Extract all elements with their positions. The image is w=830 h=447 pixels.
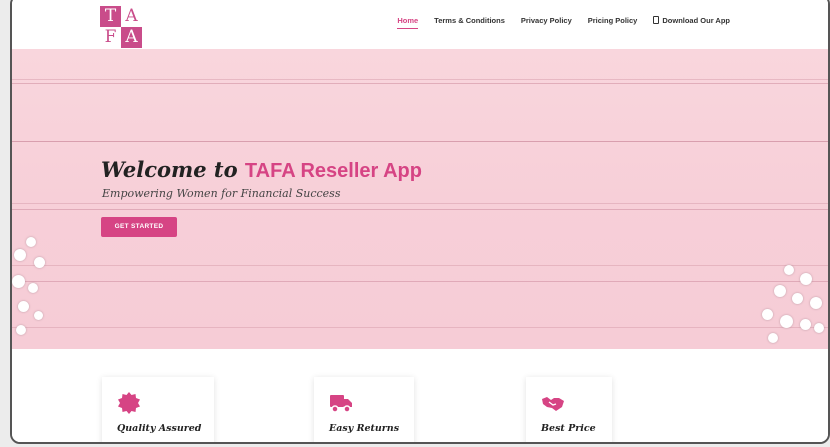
wood-plank-line xyxy=(12,209,828,210)
logo-letter-t: T xyxy=(100,6,121,27)
features-section: Quality Assured Easy Returns Best Price xyxy=(12,349,828,442)
handshake-icon xyxy=(542,397,564,411)
logo-letter-f: F xyxy=(100,27,121,48)
hero-tagline: Empowering Women for Financial Success xyxy=(102,187,341,200)
logo-letter-a: A xyxy=(121,6,142,27)
logo-letter-a2: A xyxy=(121,27,142,48)
site-header: T A F A Home Terms & Conditions Privacy … xyxy=(12,0,828,49)
nav-download-label: Download Our App xyxy=(662,16,730,25)
nav-download-app[interactable]: Download Our App xyxy=(653,16,730,29)
hero-banner: Welcome to TAFA Reseller App Empowering … xyxy=(12,49,828,349)
nav-terms[interactable]: Terms & Conditions xyxy=(434,16,505,29)
feature-card-price: Best Price xyxy=(526,377,612,442)
get-started-button[interactable]: GET STARTED xyxy=(101,217,177,237)
phone-icon xyxy=(653,16,660,24)
feature-card-quality: Quality Assured xyxy=(102,377,214,442)
nav-privacy[interactable]: Privacy Policy xyxy=(521,16,572,29)
wood-plank-line xyxy=(12,83,828,84)
tafa-logo[interactable]: T A F A xyxy=(100,6,142,48)
hero-heading: Welcome to TAFA Reseller App xyxy=(101,157,422,183)
main-nav: Home Terms & Conditions Privacy Policy P… xyxy=(397,16,730,29)
wood-plank-line xyxy=(12,281,828,282)
wood-plank-line xyxy=(12,141,828,142)
hero-heading-brand: TAFA Reseller App xyxy=(244,160,422,182)
feature-card-returns: Easy Returns xyxy=(314,377,414,442)
feature-label: Quality Assured xyxy=(117,423,202,434)
nav-pricing[interactable]: Pricing Policy xyxy=(588,16,638,29)
truck-icon xyxy=(330,395,352,413)
nav-home[interactable]: Home xyxy=(397,16,419,29)
badge-icon xyxy=(118,392,140,414)
hero-heading-prefix: Welcome to xyxy=(101,157,238,182)
flowers-left-image xyxy=(12,229,68,359)
browser-frame: T A F A Home Terms & Conditions Privacy … xyxy=(10,0,830,444)
feature-label: Easy Returns xyxy=(329,423,400,434)
feature-label: Best Price xyxy=(541,423,596,434)
